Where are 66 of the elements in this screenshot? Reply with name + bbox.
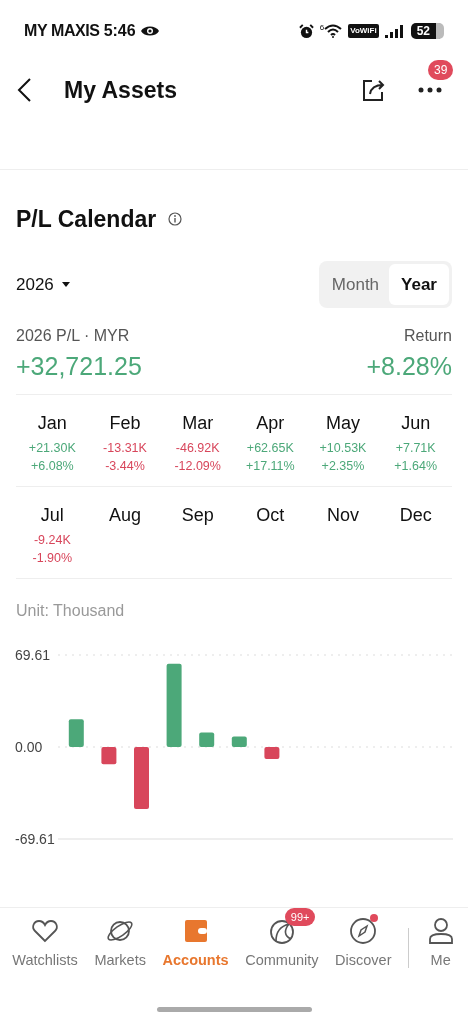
network-label: 6 [319, 24, 325, 32]
vowifi-badge: VoWiFi [348, 24, 379, 38]
month-return: +1.64% [394, 457, 438, 475]
month-label[interactable]: Feb [109, 410, 141, 435]
month-label[interactable]: May [326, 410, 360, 435]
return-label: Return [403, 326, 452, 346]
tab-bar-item[interactable]: Watchlists [12, 916, 78, 972]
more-icon [418, 87, 442, 93]
clock: 5:46 [103, 21, 136, 41]
info-icon [168, 212, 183, 227]
month-pl: +10.53K [319, 439, 367, 457]
tab-bar-item[interactable]: Discover [335, 916, 392, 972]
notification-badge: 39 [428, 60, 454, 80]
bar [101, 746, 117, 764]
month-return: -12.09% [174, 457, 221, 475]
wifi-icon [324, 24, 343, 38]
bar [134, 746, 149, 809]
month-pl: -13.31K [103, 439, 147, 457]
alarm-icon [298, 23, 314, 39]
month-label[interactable]: Jun [401, 410, 431, 435]
month-return: -1.90% [32, 549, 73, 567]
year-dropdown[interactable]: 2026 [16, 271, 70, 297]
month-return: -3.44% [105, 457, 145, 475]
page-title: My Assets [64, 75, 177, 105]
battery-indicator: 52 [410, 23, 444, 39]
pl-value: +32,721.25 [16, 351, 142, 382]
carrier-name: MY MAXIS [24, 21, 100, 41]
month-label[interactable]: Aug [108, 502, 141, 527]
view-tab[interactable]: Month [321, 263, 390, 305]
month-label[interactable]: Jul [40, 502, 64, 527]
axis-label: 69.61 [15, 646, 51, 663]
month-pl: +62.65K [246, 439, 294, 457]
notification-badge: 99+ [284, 908, 316, 926]
month-pl: +7.71K [395, 439, 436, 457]
month-pl: -9.24K [33, 531, 71, 549]
pl-label: 2026 P/L · MYR [16, 326, 130, 346]
month-label[interactable]: Dec [399, 502, 432, 527]
tab-bar-item[interactable]: Me [425, 916, 456, 972]
bar [199, 731, 215, 747]
month-pl: -46.92K [175, 439, 220, 457]
eye-icon [139, 24, 160, 38]
return-value: +8.28% [366, 351, 452, 382]
month-label[interactable]: Nov [327, 502, 359, 527]
share-icon [361, 77, 387, 103]
month-return: +17.11% [245, 457, 295, 475]
back-icon [16, 77, 32, 103]
section-title: P/L Calendar [16, 205, 157, 234]
bar [231, 735, 247, 747]
compass-icon [348, 916, 379, 946]
unit-label: Unit: Thousand [16, 601, 125, 619]
month-label[interactable]: Oct [256, 502, 285, 527]
bar [68, 718, 84, 747]
month-label[interactable]: Sep [181, 502, 214, 527]
month-label[interactable]: Apr [256, 410, 285, 435]
caret-icon [61, 281, 70, 287]
bar [264, 746, 280, 759]
month-label[interactable]: Jan [37, 410, 67, 435]
month-return: +2.35% [321, 457, 365, 475]
tab-bar-item[interactable]: Markets [94, 916, 146, 972]
month-return: +6.08% [30, 457, 74, 475]
axis-label: -69.61 [15, 830, 55, 847]
view-tab[interactable]: Year [389, 263, 449, 305]
month-pl: +21.30K [28, 439, 76, 457]
signal-icon [384, 24, 405, 38]
axis-label: 0.00 [15, 738, 43, 755]
month-label[interactable]: Mar [182, 410, 214, 435]
